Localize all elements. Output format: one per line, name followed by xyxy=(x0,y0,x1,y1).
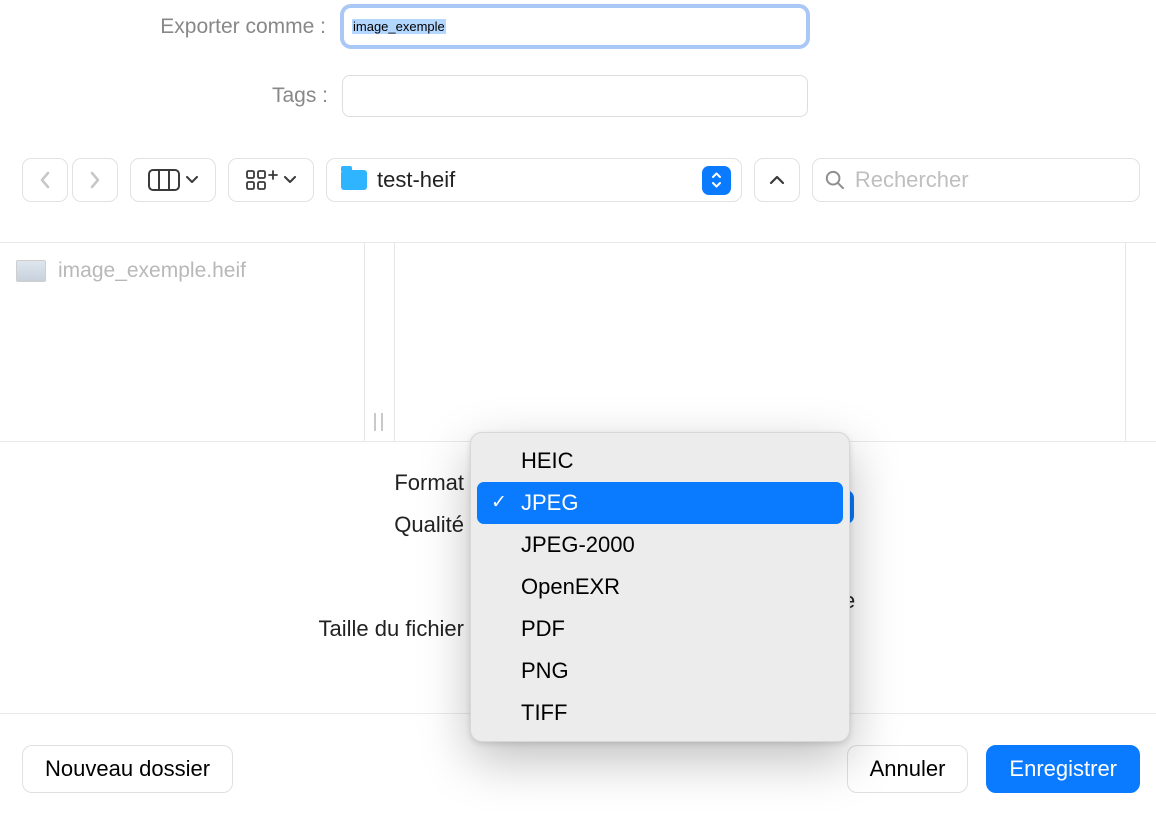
file-name: image_exemple.heif xyxy=(58,259,246,283)
format-option-jpeg2000[interactable]: JPEG-2000 xyxy=(477,524,843,566)
back-button[interactable] xyxy=(22,158,68,202)
footer: Nouveau dossier Annuler Enregistrer xyxy=(22,745,1140,793)
quality-label: Qualité xyxy=(0,512,464,538)
format-option-png[interactable]: PNG xyxy=(477,650,843,692)
filesize-label: Taille du fichier xyxy=(0,616,464,642)
chevron-right-icon xyxy=(89,171,101,189)
chevron-left-icon xyxy=(39,171,51,189)
filename-value: image_exemple xyxy=(352,19,446,34)
view-columns-button[interactable] xyxy=(130,158,216,202)
forward-button[interactable] xyxy=(72,158,118,202)
chevron-up-icon xyxy=(769,175,785,185)
format-option-label: JPEG xyxy=(521,490,578,515)
format-label: Format xyxy=(0,470,464,496)
search-icon xyxy=(825,169,845,191)
file-thumbnail-icon xyxy=(16,260,46,282)
columns-icon xyxy=(148,169,180,191)
tags-row: Tags : xyxy=(258,75,808,117)
browser-column-3[interactable] xyxy=(1126,243,1156,441)
format-option-heic[interactable]: HEIC xyxy=(477,440,843,482)
export-as-label: Exporter comme : xyxy=(138,15,326,39)
chevron-down-icon xyxy=(186,176,198,184)
format-option-openexr[interactable]: OpenEXR xyxy=(477,566,843,608)
nav-group xyxy=(22,158,118,202)
format-option-tiff[interactable]: TIFF xyxy=(477,692,843,734)
export-as-row: Exporter comme : image_exemple xyxy=(138,4,810,49)
tags-label: Tags : xyxy=(258,84,328,108)
drag-handle-icon xyxy=(374,413,383,431)
search-input[interactable] xyxy=(855,167,1127,193)
cancel-button[interactable]: Annuler xyxy=(847,745,969,793)
format-option-jpeg[interactable]: ✓ JPEG xyxy=(477,482,843,524)
checkmark-icon: ✓ xyxy=(491,491,507,514)
folder-icon xyxy=(341,170,367,190)
chevron-down-icon xyxy=(284,176,296,184)
new-folder-button[interactable]: Nouveau dossier xyxy=(22,745,233,793)
tags-field[interactable] xyxy=(342,75,808,117)
column-resize-gutter[interactable] xyxy=(365,243,395,441)
group-by-button[interactable] xyxy=(228,158,314,202)
list-item[interactable]: image_exemple.heif xyxy=(16,259,348,283)
grid-icon xyxy=(246,169,278,191)
toolbar: test-heif xyxy=(22,157,1140,203)
location-dropdown[interactable]: test-heif xyxy=(326,158,742,202)
browser-column-2[interactable] xyxy=(395,243,1126,441)
filename-field[interactable]: image_exemple xyxy=(340,4,810,49)
collapse-button[interactable] xyxy=(754,158,800,202)
save-button[interactable]: Enregistrer xyxy=(986,745,1140,793)
updown-icon xyxy=(702,166,731,195)
browser-column-1[interactable]: image_exemple.heif xyxy=(0,243,365,441)
format-dropdown-menu: HEIC ✓ JPEG JPEG-2000 OpenEXR PDF PNG TI… xyxy=(470,432,850,742)
format-option-pdf[interactable]: PDF xyxy=(477,608,843,650)
search-field[interactable] xyxy=(812,158,1140,202)
file-browser: image_exemple.heif xyxy=(0,242,1156,442)
location-name: test-heif xyxy=(377,167,692,193)
